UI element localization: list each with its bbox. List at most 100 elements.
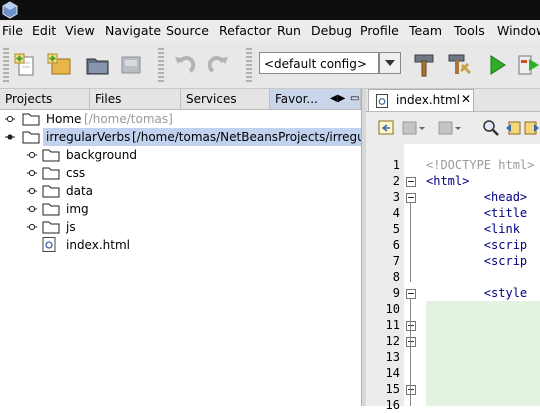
collapsed-toggle-icon[interactable]: [27, 150, 37, 160]
line-number: 7: [392, 254, 400, 268]
menu-refactor[interactable]: Refactor: [219, 23, 271, 39]
code-line: <style: [426, 286, 528, 300]
folder-icon: [42, 221, 60, 234]
tree-node-project[interactable]: irregularVerbs [/home/tomas/NetBeansProj…: [0, 128, 375, 146]
tree-node-folder[interactable]: data: [0, 182, 361, 200]
code-line: <head>: [426, 190, 528, 204]
configuration-dropdown[interactable]: <default config>: [259, 52, 379, 74]
tab-services[interactable]: Services: [181, 89, 270, 109]
code-line: <scrip: [426, 238, 528, 252]
menu-edit[interactable]: Edit: [32, 23, 56, 39]
menu-window[interactable]: Window: [497, 23, 540, 39]
menu-view[interactable]: View: [65, 23, 95, 39]
line-number: 4: [392, 206, 400, 220]
html-file-icon: [376, 94, 388, 108]
tree-node-folder[interactable]: img: [0, 200, 361, 218]
run-project-icon[interactable]: [483, 51, 511, 79]
tree-path-project: [/home/tomas/NetBeansProjects/irregula: [132, 130, 376, 144]
folder-icon: [42, 203, 60, 216]
expanded-toggle-icon[interactable]: [5, 132, 15, 142]
fold-marker-icon[interactable]: [406, 337, 416, 347]
tree-path-home: [/home/tomas]: [84, 112, 173, 126]
line-number: 8: [392, 270, 400, 284]
debug-project-icon[interactable]: [515, 51, 540, 79]
fold-guide: [410, 202, 411, 282]
find-next-icon[interactable]: [524, 119, 540, 137]
toolbar-separator: [246, 48, 252, 82]
menu-profile[interactable]: Profile: [360, 23, 399, 39]
maximize-window-icon[interactable]: ▭: [350, 89, 359, 109]
tab-files[interactable]: Files: [90, 89, 181, 109]
undo-icon[interactable]: [170, 51, 198, 79]
line-number: 13: [385, 350, 400, 364]
collapsed-toggle-icon[interactable]: [27, 222, 37, 232]
tree-node-file[interactable]: index.html: [0, 236, 361, 254]
fold-marker-icon[interactable]: [406, 385, 416, 395]
folder-icon: [22, 131, 40, 144]
line-number: 9: [392, 286, 400, 300]
menu-tools[interactable]: Tools: [454, 23, 485, 39]
code-line: <html>: [426, 174, 470, 188]
tree-node-folder[interactable]: css: [0, 164, 361, 182]
html-file-icon: [42, 237, 56, 252]
toolbar-separator: [158, 48, 164, 82]
collapsed-toggle-icon[interactable]: [5, 114, 15, 124]
last-edit-icon[interactable]: [378, 120, 396, 136]
collapsed-toggle-icon[interactable]: [27, 186, 37, 196]
menu-run[interactable]: Run: [277, 23, 301, 39]
line-number: 15: [385, 382, 400, 396]
tree-label-folder: data: [66, 184, 94, 198]
window-title-bar: [0, 0, 540, 20]
menu-team[interactable]: Team: [409, 23, 442, 39]
tree-label-folder: background: [66, 148, 137, 162]
new-project-icon[interactable]: [46, 51, 74, 79]
back-icon[interactable]: [402, 120, 426, 136]
minimize-window-icon[interactable]: ◀▶: [330, 89, 345, 109]
close-project-icon[interactable]: [117, 51, 145, 79]
tree-label-home: Home: [46, 112, 82, 126]
tree-label-folder: js: [66, 220, 76, 234]
menu-debug[interactable]: Debug: [311, 23, 352, 39]
fold-marker-icon[interactable]: [406, 321, 416, 331]
fold-marker-icon[interactable]: [406, 289, 416, 299]
tree-node-home[interactable]: Home [/home/tomas]: [0, 110, 361, 128]
menu-file[interactable]: File: [2, 23, 23, 39]
folder-icon: [22, 113, 40, 126]
tree-label-file: index.html: [66, 238, 130, 252]
tree-node-folder[interactable]: js: [0, 218, 361, 236]
line-number: 3: [392, 190, 400, 204]
search-icon[interactable]: [482, 119, 500, 137]
editor-tab-index-html[interactable]: index.html ✕: [368, 89, 474, 111]
line-number: 12: [385, 334, 400, 348]
build-hammer-icon[interactable]: [410, 51, 438, 79]
highlighted-block: [426, 301, 540, 406]
forward-icon[interactable]: [438, 120, 462, 136]
new-file-icon[interactable]: [12, 51, 40, 79]
code-line: <!DOCTYPE html>: [426, 158, 535, 172]
tree-label-folder: css: [66, 166, 86, 180]
menu-bar: File Edit View Navigate Source Refactor …: [0, 20, 540, 43]
fold-marker-icon[interactable]: [406, 193, 416, 203]
collapsed-toggle-icon[interactable]: [27, 168, 37, 178]
menu-navigate[interactable]: Navigate: [105, 23, 161, 39]
open-project-icon[interactable]: [84, 51, 112, 79]
tab-projects[interactable]: Projects: [0, 89, 90, 109]
tab-favorites[interactable]: Favor... ◀▶ ▭: [270, 89, 361, 109]
tree-label-folder: img: [66, 202, 89, 216]
redo-icon[interactable]: [205, 51, 233, 79]
fold-marker-icon[interactable]: [406, 177, 416, 187]
line-number: 16: [385, 398, 400, 412]
folder-icon: [42, 167, 60, 180]
collapsed-toggle-icon[interactable]: [27, 204, 37, 214]
line-number: 1: [392, 158, 400, 172]
close-icon[interactable]: ✕: [461, 92, 471, 106]
find-previous-icon[interactable]: [504, 119, 522, 137]
line-number: 6: [392, 238, 400, 252]
tree-node-folder[interactable]: background: [0, 146, 361, 164]
toolbar-grip[interactable]: [3, 48, 9, 82]
editor-toolbar: [366, 112, 540, 145]
menu-source[interactable]: Source: [166, 23, 209, 39]
clean-build-icon[interactable]: [446, 51, 474, 79]
chevron-down-icon[interactable]: [379, 52, 401, 74]
left-panel-tab-bar: Projects Files Services Favor... ◀▶ ▭: [0, 89, 361, 110]
